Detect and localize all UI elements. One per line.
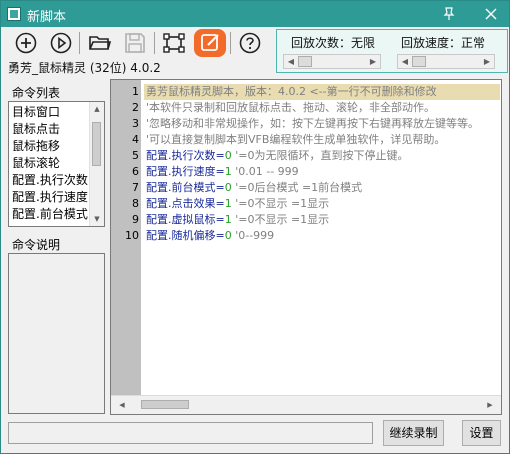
code-equals: = (215, 229, 225, 242)
scroll-left-arrow-icon[interactable]: ◀ (115, 398, 129, 412)
code-line[interactable]: '忽略移动和非常规操作，如：按下左键再按下右键再释放左键等等。 (146, 116, 479, 132)
playback-panel: 回放次数：无限 回放速度：正常 ◀ ▶ ◀ ▶ (276, 29, 508, 73)
code-value: 0 (224, 149, 232, 162)
line-number: 4 (132, 133, 139, 146)
code-value: 0 (224, 229, 232, 242)
line-number: 3 (132, 117, 139, 130)
code-equals: = (215, 213, 225, 226)
playback-speed-label: 回放速度：正常 (401, 36, 486, 50)
add-icon[interactable] (14, 31, 38, 55)
app-title: 勇芳_鼠标精灵 (32位) 4.0.2 (8, 61, 161, 75)
slider-thumb[interactable] (298, 56, 312, 67)
code-line[interactable]: 配置.虚拟鼠标=1 '=0不显示 =1显示 (146, 212, 329, 228)
line-number: 8 (132, 197, 139, 210)
script-editor[interactable]: 1 2 3 4 5 6 7 8 9 10 勇芳鼠标精灵脚本，版本：4.0.2 <… (110, 79, 502, 415)
code-equals: = (215, 149, 225, 162)
code-comment: '=0后台模式 =1前台模式 (231, 181, 363, 194)
edit-script-button[interactable] (194, 29, 226, 57)
line-number: 9 (132, 213, 139, 226)
pin-icon[interactable] (439, 4, 459, 24)
scroll-down-arrow-icon[interactable]: ▼ (90, 212, 104, 226)
slider-left-arrow-icon[interactable]: ◀ (398, 55, 412, 68)
line-number-gutter: 1 2 3 4 5 6 7 8 9 10 (111, 80, 141, 396)
loop-count-slider[interactable]: ◀ ▶ (283, 54, 381, 69)
command-list[interactable]: 目标窗口 鼠标点击 鼠标拖移 鼠标滚轮 配置.执行次数 配置.执行速度 配置.前… (8, 101, 105, 227)
code-value: 1 (224, 213, 232, 226)
slider-right-arrow-icon[interactable]: ▶ (366, 55, 380, 68)
toolbar-separator (154, 32, 155, 54)
playback-speed-slider[interactable]: ◀ ▶ (397, 54, 495, 69)
code-comment: '=0不显示 =1显示 (231, 197, 330, 210)
code-equals: = (215, 181, 225, 194)
scroll-thumb[interactable] (92, 122, 101, 166)
code-value: 0 (224, 181, 232, 194)
code-keyword: 配置.执行次数 (146, 149, 216, 162)
slider-right-arrow-icon[interactable]: ▶ (480, 55, 494, 68)
close-icon[interactable] (481, 4, 501, 24)
list-item[interactable]: 配置.执行次数 (12, 172, 88, 189)
code-keyword: 配置.虚拟鼠标 (146, 213, 216, 226)
play-icon[interactable] (49, 31, 73, 55)
code-comment: '=0为无限循环，直到按下停止键。 (231, 149, 409, 162)
list-item[interactable]: 配置.执行速度 (12, 189, 88, 206)
settings-button[interactable]: 设置 (462, 420, 501, 446)
code-comment: '0--999 (231, 229, 275, 242)
list-item[interactable]: 目标窗口 (12, 104, 60, 121)
code-equals: = (215, 165, 225, 178)
list-item[interactable]: 配置.前台模式 (12, 206, 88, 223)
app-icon (7, 7, 21, 21)
list-item[interactable]: 鼠标滚轮 (12, 155, 60, 172)
code-line[interactable]: 配置.前台模式=0 '=0后台模式 =1前台模式 (146, 180, 362, 196)
main-window: 新脚本 勇芳_鼠标精灵 (32位) 4.0.2 回放次数：无限 回放速度：正常 … (0, 0, 510, 454)
code-value: 1 (224, 165, 232, 178)
line-number: 2 (132, 101, 139, 114)
scroll-thumb[interactable] (141, 400, 189, 409)
toolbar (2, 28, 273, 58)
line-number: 7 (132, 181, 139, 194)
open-folder-icon[interactable] (88, 31, 112, 55)
slider-left-arrow-icon[interactable]: ◀ (284, 55, 298, 68)
code-value: 1 (224, 197, 232, 210)
line-number: 1 (132, 85, 139, 98)
code-comment: '0.01 -- 999 (231, 165, 299, 178)
save-icon[interactable] (123, 31, 147, 55)
scroll-up-arrow-icon[interactable]: ▲ (90, 102, 104, 116)
status-field (8, 422, 373, 444)
help-icon[interactable] (238, 31, 262, 55)
code-line[interactable]: '本软件只录制和回放鼠标点击、拖动、滚轮，非全部动作。 (146, 100, 435, 116)
continue-record-button[interactable]: 继续录制 (383, 420, 444, 446)
line-number: 5 (132, 149, 139, 162)
window-title: 新脚本 (27, 10, 67, 25)
code-keyword: 配置.前台模式 (146, 181, 216, 194)
loop-count-label: 回放次数：无限 (291, 36, 376, 50)
edit-icon (201, 34, 219, 51)
code-line[interactable]: 配置.随机偏移=0 '0--999 (146, 228, 274, 244)
command-desc-header: 命令说明 (12, 238, 61, 252)
line-number: 6 (132, 165, 139, 178)
list-item[interactable]: 鼠标拖移 (12, 138, 60, 155)
slider-thumb[interactable] (412, 56, 426, 67)
code-line[interactable]: 配置.执行次数=0 '=0为无限循环，直到按下停止键。 (146, 148, 408, 164)
code-keyword: 配置.点击效果 (146, 197, 216, 210)
code-line[interactable]: 勇芳鼠标精灵脚本，版本：4.0.2 <--第一行不可删除和修改 (146, 84, 437, 100)
line-number: 10 (125, 229, 139, 242)
command-list-header: 命令列表 (12, 86, 61, 100)
toolbar-separator (230, 32, 231, 54)
code-equals: = (215, 197, 225, 210)
code-line[interactable]: 配置.点击效果=1 '=0不显示 =1显示 (146, 196, 329, 212)
editor-horizontal-scrollbar[interactable]: ◀ ▶ (111, 395, 501, 414)
toolbar-separator (79, 32, 80, 54)
command-list-scrollbar[interactable]: ▲ ▼ (89, 102, 104, 226)
code-comment: '=0不显示 =1显示 (231, 213, 330, 226)
select-region-icon[interactable] (162, 31, 186, 55)
title-bar: 新脚本 (1, 1, 509, 27)
code-line[interactable]: '可以直接复制脚本到VFB编程软件生成单独软件，详见帮助。 (146, 132, 445, 148)
code-keyword: 配置.随机偏移 (146, 229, 216, 242)
code-keyword: 配置.执行速度 (146, 165, 216, 178)
list-item[interactable]: 鼠标点击 (12, 121, 60, 138)
command-desc-box (8, 253, 105, 414)
scroll-right-arrow-icon[interactable]: ▶ (483, 398, 497, 412)
code-line[interactable]: 配置.执行速度=1 '0.01 -- 999 (146, 164, 299, 180)
